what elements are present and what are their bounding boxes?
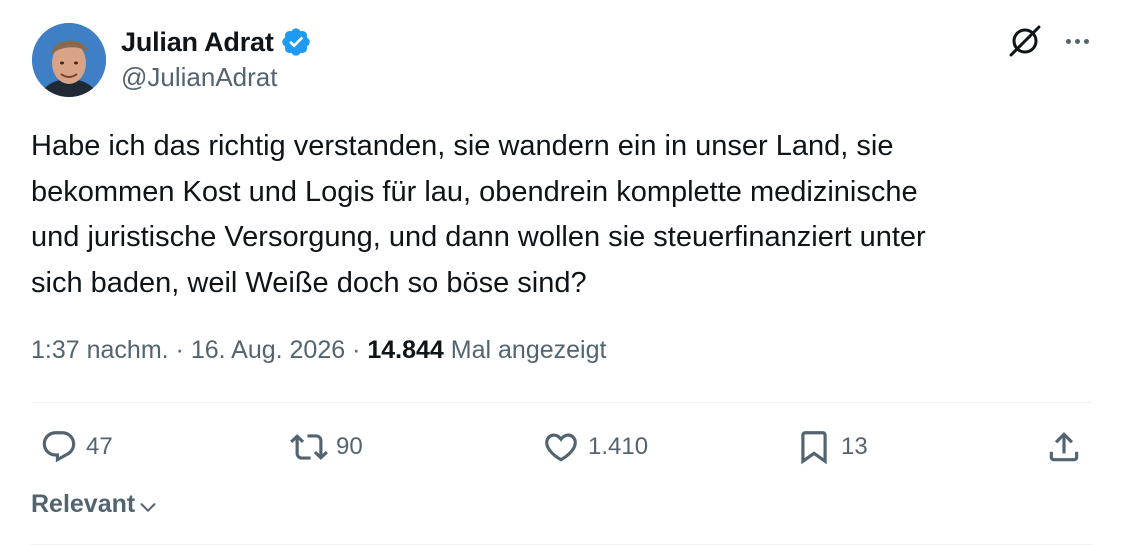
share-button[interactable] [1045, 428, 1083, 466]
avatar-image [32, 23, 106, 97]
tweet-detail: Julian Adrat @JulianAdrat Habe ich das r… [0, 0, 1123, 545]
like-button[interactable]: 1.410 [542, 428, 648, 466]
reply-button[interactable]: 47 [40, 428, 113, 466]
views-label: Mal angezeigt [450, 336, 607, 364]
tweet-text-line: bekommen Kost und Logis für lau, obendre… [31, 175, 918, 208]
more-dot [1065, 38, 1071, 44]
tweet-time[interactable]: 1:37 nachm. [31, 336, 169, 364]
repost-button[interactable]: 90 [290, 428, 363, 466]
tweet-text-line: sich baden, weil Weiße doch so böse sind… [31, 266, 587, 299]
grok-icon[interactable] [1006, 22, 1044, 60]
chevron-down-icon [140, 502, 156, 512]
tweet-text-line: und juristische Versorgung, und dann wol… [31, 221, 926, 253]
author-display-name[interactable]: Julian Adrat [121, 27, 274, 58]
share-icon [1049, 432, 1079, 462]
more-icon[interactable] [1059, 26, 1095, 56]
author-handle[interactable]: @JulianAdrat [121, 62, 277, 93]
bookmark-count: 13 [841, 433, 868, 460]
reply-count: 47 [86, 433, 113, 460]
tweet-date[interactable]: 16. Aug. 2026 [191, 336, 345, 364]
like-icon [545, 433, 577, 462]
reply-icon [42, 431, 76, 463]
more-dot [1074, 38, 1080, 44]
repost-icon [290, 434, 328, 460]
meta-separator: · [175, 336, 184, 364]
more-dot [1083, 38, 1089, 44]
tweet-meta: 1:37 nachm. · 16. Aug. 2026 · 14.844 Mal… [31, 336, 606, 365]
divider [31, 402, 1093, 403]
bookmark-icon [801, 431, 827, 465]
like-count: 1.410 [588, 433, 649, 460]
meta-separator: · [352, 336, 361, 364]
repost-count: 90 [336, 433, 363, 460]
tweet-text-line: Habe ich das richtig verstanden, sie wan… [31, 130, 894, 162]
views-count: 14.844 [367, 336, 444, 364]
avatar[interactable] [32, 23, 106, 97]
verified-badge-icon[interactable] [280, 26, 312, 58]
tweet-text: Habe ich das richtig verstanden, sie wan… [31, 124, 1091, 306]
replies-sort-dropdown[interactable]: Relevant [31, 490, 159, 519]
author-name-row: Julian Adrat [121, 24, 312, 60]
action-bar: 47 90 1.410 13 [0, 420, 1123, 476]
bookmark-button[interactable]: 13 [795, 428, 868, 466]
replies-sort-label: Relevant [31, 490, 136, 518]
